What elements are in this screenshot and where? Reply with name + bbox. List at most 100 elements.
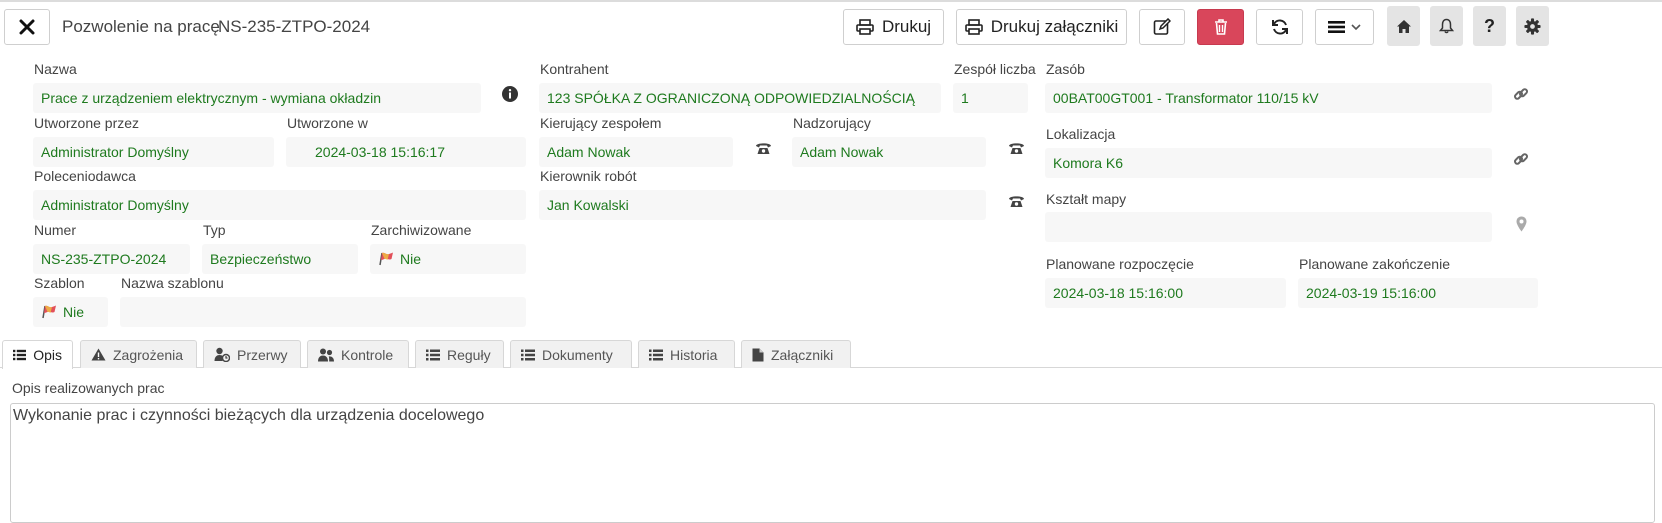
utworzone-przez-field[interactable]: Administrator Domyślny xyxy=(33,137,274,167)
kierownik-field[interactable]: Jan Kowalski xyxy=(539,190,986,220)
planowane-rozpoczecie-label: Planowane rozpoczęcie xyxy=(1046,256,1194,272)
lokalizacja-field[interactable]: Komora K6 xyxy=(1045,148,1492,178)
zarchiwizowane-value: Nie xyxy=(400,251,422,267)
chevron-down-icon xyxy=(1351,23,1361,30)
tab-label: Opis xyxy=(33,347,62,363)
description-label: Opis realizowanych prac xyxy=(12,380,165,396)
kontrahent-field[interactable]: 123 SPÓŁKA Z OGRANICZONĄ ODPOWIEDZIALNOŚ… xyxy=(539,83,941,113)
utworzone-w-label: Utworzone w xyxy=(287,115,368,131)
nazwa-szablonu-field[interactable] xyxy=(120,297,526,327)
refresh-button[interactable] xyxy=(1256,9,1303,45)
link-icon[interactable] xyxy=(1510,149,1532,169)
info-icon[interactable] xyxy=(500,84,520,104)
zarchiwizowane-label: Zarchiwizowane xyxy=(371,222,472,238)
close-icon xyxy=(19,19,35,35)
szablon-field[interactable]: Nie xyxy=(33,297,108,327)
file-icon xyxy=(752,348,764,361)
tab-label: Historia xyxy=(670,346,718,363)
print-button-label: Drukuj xyxy=(881,17,932,36)
tab-kontrole[interactable]: Kontrole xyxy=(307,340,409,368)
list-icon xyxy=(649,349,663,360)
top-toolbar: Pozwolenie na pracę NS-235-ZTPO-2024 Dru… xyxy=(0,0,1662,52)
zasob-label: Zasób xyxy=(1046,61,1085,77)
gear-icon xyxy=(1524,17,1541,35)
tab-przerwy[interactable]: Przerwy xyxy=(203,340,301,368)
szablon-label: Szablon xyxy=(34,275,85,291)
help-button[interactable]: ? xyxy=(1473,6,1506,46)
zespol-liczba-field[interactable]: 1 xyxy=(953,83,1028,113)
planowane-zakonczenie-field[interactable]: 2024-03-19 15:16:00 xyxy=(1298,278,1538,308)
tab-opis[interactable]: Opis xyxy=(2,340,73,369)
tab-label: Załączniki xyxy=(771,346,834,363)
menu-dropdown-button[interactable] xyxy=(1315,9,1374,45)
print-button[interactable]: Drukuj xyxy=(843,9,944,45)
settings-button[interactable] xyxy=(1516,6,1549,46)
question-icon: ? xyxy=(1484,15,1495,36)
tab-label: Kontrole xyxy=(341,346,394,363)
notifications-button[interactable] xyxy=(1430,6,1463,46)
planowane-rozpoczecie-field[interactable]: 2024-03-18 15:16:00 xyxy=(1045,278,1286,308)
nazwa-szablonu-label: Nazwa szablonu xyxy=(121,275,224,291)
utworzone-w-field[interactable]: 2024-03-18 15:16:17 xyxy=(286,137,526,167)
nazwa-field[interactable]: Prace z urządzeniem elektrycznym - wymia… xyxy=(33,83,481,113)
numer-field[interactable]: NS-235-ZTPO-2024 xyxy=(33,244,190,274)
tab-label: Zagrożenia xyxy=(113,346,184,363)
print-attachments-button[interactable]: Drukuj załączniki xyxy=(956,9,1127,45)
home-button[interactable] xyxy=(1387,6,1420,46)
tab-label: Przerwy xyxy=(237,346,288,363)
szablon-value: Nie xyxy=(63,304,85,320)
printer-icon xyxy=(856,19,874,35)
polecenidawca-field[interactable]: Administrator Domyślny xyxy=(33,190,526,220)
permit-number-title: NS-235-ZTPO-2024 xyxy=(218,17,371,36)
nazwa-label: Nazwa xyxy=(34,61,77,77)
kierownik-label: Kierownik robót xyxy=(540,168,637,184)
phone-icon[interactable] xyxy=(1005,191,1027,211)
page-title: Pozwolenie na pracę xyxy=(62,17,220,36)
description-textarea[interactable]: Wykonanie prac i czynności bieżących dla… xyxy=(10,403,1655,523)
lokalizacja-label: Lokalizacja xyxy=(1046,126,1116,142)
tab-historia[interactable]: Historia xyxy=(638,340,735,368)
flag-icon xyxy=(379,252,393,266)
planowane-zakonczenie-label: Planowane zakończenie xyxy=(1299,256,1450,272)
link-icon[interactable] xyxy=(1510,84,1532,104)
ksztalt-mapy-label: Kształt mapy xyxy=(1046,191,1127,207)
kierujacy-label: Kierujący zespołem xyxy=(540,115,662,131)
list-icon xyxy=(426,349,440,360)
users-icon xyxy=(318,348,334,361)
utworzone-przez-label: Utworzone przez xyxy=(34,115,140,131)
phone-icon[interactable] xyxy=(752,138,774,158)
tab-zalaczniki[interactable]: Załączniki xyxy=(741,340,851,368)
tab-label: Reguły xyxy=(447,346,491,363)
printer-icon xyxy=(964,19,983,35)
zarchiwizowane-field[interactable]: Nie xyxy=(370,244,526,274)
edit-icon xyxy=(1153,18,1171,35)
numer-label: Numer xyxy=(34,222,77,238)
print-attachments-label: Drukuj załączniki xyxy=(990,17,1119,36)
tab-zagrozenia[interactable]: Zagrożenia xyxy=(80,340,197,368)
home-icon xyxy=(1396,19,1411,33)
refresh-icon xyxy=(1271,19,1288,35)
tab-label: Dokumenty xyxy=(542,346,613,363)
close-button[interactable] xyxy=(4,9,50,45)
user-clock-icon xyxy=(214,347,230,362)
kierujacy-field[interactable]: Adam Nowak xyxy=(539,137,733,167)
delete-button[interactable] xyxy=(1197,9,1244,45)
hamburger-icon xyxy=(1328,21,1345,33)
zasob-field[interactable]: 00BAT00GT001 - Transformator 110/15 kV xyxy=(1045,83,1492,113)
tab-dokumenty[interactable]: Dokumenty xyxy=(510,340,632,368)
nadzorujacy-field[interactable]: Adam Nowak xyxy=(792,137,986,167)
map-marker-icon[interactable] xyxy=(1510,214,1532,234)
edit-button[interactable] xyxy=(1139,9,1185,45)
list-icon xyxy=(521,349,535,360)
nadzorujacy-label: Nadzorujący xyxy=(793,115,871,131)
typ-field[interactable]: Bezpieczeństwo xyxy=(202,244,358,274)
zespol-liczba-label: Zespół liczba xyxy=(954,61,1036,77)
trash-icon xyxy=(1214,19,1227,35)
bell-icon xyxy=(1439,18,1454,34)
ksztalt-mapy-field[interactable] xyxy=(1045,212,1492,242)
polecenidawca-label: Poleceniodawca xyxy=(34,168,136,184)
kontrahent-label: Kontrahent xyxy=(540,61,609,77)
phone-icon[interactable] xyxy=(1005,138,1027,158)
tab-reguly[interactable]: Reguły xyxy=(415,340,504,368)
warning-icon xyxy=(91,348,106,361)
